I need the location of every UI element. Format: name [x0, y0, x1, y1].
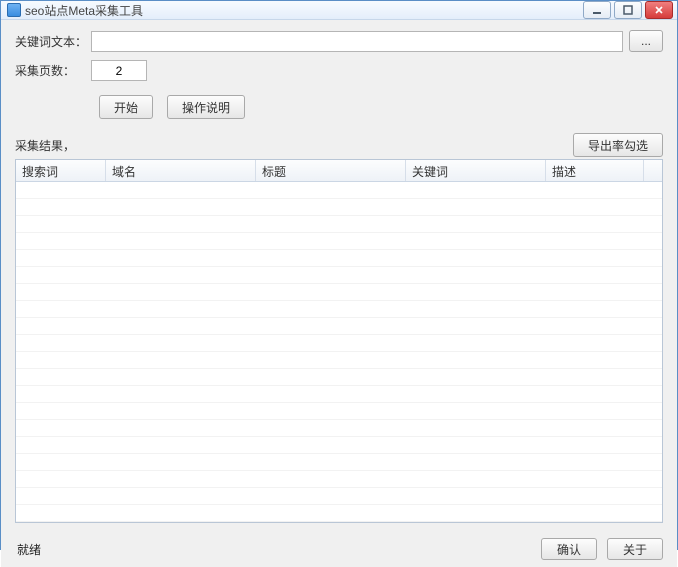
table-row	[16, 267, 662, 284]
grid-body[interactable]	[16, 182, 662, 522]
keyword-input[interactable]	[91, 31, 623, 52]
keyword-row: 关键词文本： ...	[15, 30, 663, 52]
confirm-button[interactable]: 确认	[541, 538, 597, 560]
table-row	[16, 301, 662, 318]
results-grid: 搜索词 域名 标题 关键词 描述	[15, 159, 663, 523]
col-keyword[interactable]: 关键词	[406, 160, 546, 181]
window-title: seo站点Meta采集工具	[25, 2, 143, 19]
action-row: 开始 操作说明	[99, 95, 663, 119]
export-button[interactable]: 导出率勾选	[573, 133, 663, 157]
status-label: 就绪	[15, 541, 541, 558]
table-row	[16, 216, 662, 233]
col-padding	[644, 160, 662, 181]
table-row	[16, 386, 662, 403]
table-row	[16, 233, 662, 250]
window-title-group: seo站点Meta采集工具	[7, 2, 583, 19]
window-controls	[583, 1, 673, 19]
keyword-label: 关键词文本：	[15, 33, 91, 50]
browse-button[interactable]: ...	[629, 30, 663, 52]
grid-header: 搜索词 域名 标题 关键词 描述	[16, 160, 662, 182]
table-row	[16, 403, 662, 420]
table-row	[16, 352, 662, 369]
titlebar[interactable]: seo站点Meta采集工具	[1, 1, 677, 20]
minimize-button[interactable]	[583, 1, 611, 19]
pages-input[interactable]	[91, 60, 147, 81]
footer: 就绪 确认 关于	[15, 535, 663, 563]
maximize-button[interactable]	[614, 1, 642, 19]
table-row	[16, 454, 662, 471]
table-row	[16, 488, 662, 505]
table-row	[16, 505, 662, 522]
col-search[interactable]: 搜索词	[16, 160, 106, 181]
pages-row: 采集页数：	[15, 60, 663, 81]
close-button[interactable]	[645, 1, 673, 19]
client-area: 关键词文本： ... 采集页数： 开始 操作说明 采集结果， 导出率勾选 搜索词…	[1, 20, 677, 567]
pages-label: 采集页数：	[15, 62, 91, 79]
table-row	[16, 369, 662, 386]
table-row	[16, 199, 662, 216]
table-row	[16, 437, 662, 454]
col-title[interactable]: 标题	[256, 160, 406, 181]
table-row	[16, 250, 662, 267]
table-row	[16, 335, 662, 352]
app-window: seo站点Meta采集工具 关键词文本： ... 采集页数： 开始	[0, 0, 678, 550]
app-icon	[7, 3, 21, 17]
col-desc[interactable]: 描述	[546, 160, 644, 181]
table-row	[16, 182, 662, 199]
footer-buttons: 确认 关于	[541, 538, 663, 560]
start-button[interactable]: 开始	[99, 95, 153, 119]
results-label: 采集结果，	[15, 137, 573, 154]
table-row	[16, 284, 662, 301]
table-row	[16, 420, 662, 437]
about-button[interactable]: 关于	[607, 538, 663, 560]
col-domain[interactable]: 域名	[106, 160, 256, 181]
help-button[interactable]: 操作说明	[167, 95, 245, 119]
table-row	[16, 318, 662, 335]
table-row	[16, 471, 662, 488]
results-bar: 采集结果， 导出率勾选	[15, 133, 663, 157]
